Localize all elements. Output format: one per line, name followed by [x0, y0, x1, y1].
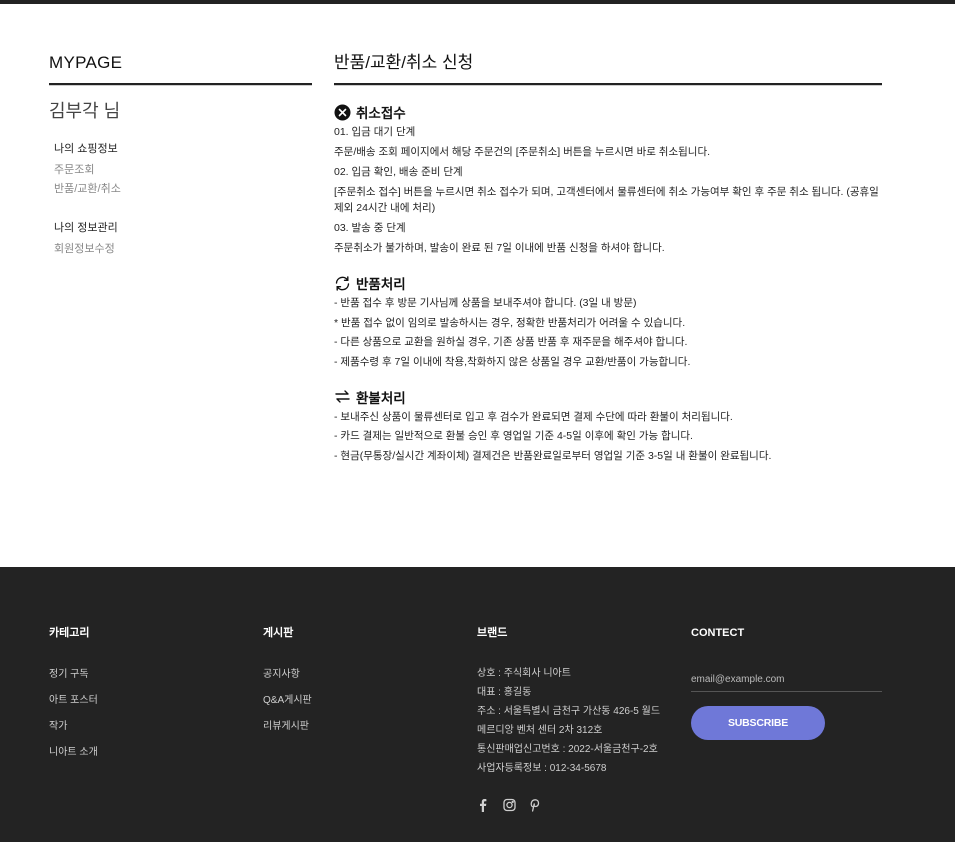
sidebar-group-shopping: 나의 쇼핑정보 주문조회 반품/교환/취소	[49, 140, 312, 199]
footer-link[interactable]: 니아트 소개	[49, 740, 98, 766]
sidebar-link-return-exchange-cancel[interactable]: 반품/교환/취소	[54, 180, 312, 199]
footer-link[interactable]: 작가	[49, 714, 98, 740]
refund-heading-label: 환불처리	[356, 390, 406, 406]
top-border	[0, 0, 955, 4]
return-heading-label: 반품처리	[356, 277, 406, 292]
footer-brand-title: 브랜드	[477, 627, 508, 639]
footer-link[interactable]: Q&A게시판	[263, 688, 312, 714]
return-line: * 반품 접수 없이 임의로 발송하시는 경우, 정확한 반품처리가 어려울 수…	[334, 316, 686, 329]
social-links	[477, 798, 660, 812]
sidebar-divider	[49, 83, 312, 86]
refresh-icon	[334, 275, 351, 292]
refund-line: - 카드 결제는 일반적으로 환불 승인 후 영업일 기준 4-5일 이후에 확…	[334, 430, 693, 442]
cancel-line: [주문취소 접수] 버튼을 누르시면 취소 접수가 되며, 고객센터에서 물류센…	[334, 186, 879, 214]
company-info-line: 사업자등록정보 : 012-34-5678	[477, 763, 607, 774]
footer: 카테고리 정기 구독 아트 포스터 작가 니아트 소개 게시판 공지사항 Q&A…	[0, 567, 955, 842]
cancel-line: 주문취소가 불가하며, 발송이 완료 된 7일 이내에 반품 신청을 하셔야 합…	[334, 242, 665, 254]
refund-heading: 환불처리	[334, 387, 882, 407]
return-line: - 반품 접수 후 방문 기사님께 상품을 보내주셔야 합니다. (3일 내 방…	[334, 297, 637, 309]
refund-section: 환불처리 - 보내주신 상품이 물류센터로 입고 후 검수가 완료되면 결제 수…	[334, 387, 882, 464]
cancel-line: 01. 입금 대기 단계	[334, 126, 416, 138]
return-heading: 반품처리	[334, 273, 882, 293]
footer-board-title: 게시판	[263, 627, 294, 639]
facebook-icon[interactable]	[477, 798, 489, 812]
mypage-title: MYPAGE	[49, 53, 123, 72]
footer-brand-column: 브랜드 상호 : 주식회사 니아트 대표 : 홍길동 주소 : 서울특별시 금천…	[477, 625, 660, 812]
close-circle-icon	[334, 104, 351, 121]
footer-category-title: 카테고리	[49, 627, 90, 639]
footer-board-column: 게시판 공지사항 Q&A게시판 리뷰게시판	[263, 625, 312, 740]
cancel-line: 03. 발송 중 단계	[334, 222, 406, 234]
page-title: 반품/교환/취소 신청	[334, 53, 474, 72]
cancel-heading: 취소접수	[334, 102, 882, 122]
cancel-line: 주문/배송 조회 페이지에서 해당 주문건의 [주문취소] 버튼을 누르시면 바…	[334, 146, 711, 158]
cancel-line: 02. 입금 확인, 배송 준비 단계	[334, 166, 463, 178]
company-info-line: 주소 : 서울특별시 금천구 가산동 426-5 월드	[477, 706, 661, 717]
footer-category-column: 카테고리 정기 구독 아트 포스터 작가 니아트 소개	[49, 625, 98, 766]
sidebar: MYPAGE 김부각 님 나의 쇼핑정보 주문조회 반품/교환/취소 나의 정보…	[49, 50, 312, 259]
footer-link[interactable]: 정기 구독	[49, 662, 98, 688]
newsletter-email-input[interactable]	[691, 668, 882, 692]
sidebar-group-account: 나의 정보관리 회원정보수정	[49, 219, 312, 259]
company-info-line: 메르디앙 벤처 센터 2차 312호	[477, 725, 603, 736]
footer-link[interactable]: 공지사항	[263, 662, 312, 688]
user-name: 김부각 님	[49, 101, 121, 121]
return-section: 반품처리 - 반품 접수 후 방문 기사님께 상품을 보내주셔야 합니다. (3…	[334, 273, 882, 370]
footer-contact-column: CONTECT SUBSCRIBE	[691, 625, 882, 740]
sidebar-link-edit-profile[interactable]: 회원정보수정	[54, 240, 312, 259]
title-divider	[334, 83, 882, 86]
company-info-line: 대표 : 홍길동	[477, 687, 532, 698]
cancel-heading-label: 취소접수	[356, 106, 406, 121]
main-content: 반품/교환/취소 신청 취소접수 01. 입금 대기 단계 주문/배송 조회 페…	[334, 50, 882, 464]
refund-line: - 보내주신 상품이 물류센터로 입고 후 검수가 완료되면 결제 수단에 따라…	[334, 410, 733, 423]
sidebar-group-heading: 나의 정보관리	[54, 222, 118, 234]
sidebar-group-heading: 나의 쇼핑정보	[54, 143, 118, 155]
instagram-icon[interactable]	[503, 798, 516, 812]
company-info-line: 통신판매업신고번호 : 2022-서울금천구-2호	[477, 744, 658, 755]
company-info: 상호 : 주식회사 니아트 대표 : 홍길동 주소 : 서울특별시 금천구 가산…	[477, 664, 660, 778]
footer-contact-title: CONTECT	[691, 627, 745, 639]
exchange-arrows-icon	[334, 388, 351, 405]
company-info-line: 상호 : 주식회사 니아트	[477, 668, 571, 679]
return-line: - 제품수령 후 7일 이내에 착용,착화하지 않은 상품일 경우 교환/반품이…	[334, 355, 691, 368]
sidebar-link-order-lookup[interactable]: 주문조회	[54, 161, 312, 180]
cancel-section: 취소접수 01. 입금 대기 단계 주문/배송 조회 페이지에서 해당 주문건의…	[334, 102, 882, 256]
subscribe-button[interactable]: SUBSCRIBE	[691, 706, 825, 740]
return-line: - 다른 상품으로 교환을 원하실 경우, 기존 상품 반품 후 재주문을 해주…	[334, 336, 688, 348]
footer-link[interactable]: 리뷰게시판	[263, 714, 312, 740]
footer-link[interactable]: 아트 포스터	[49, 688, 98, 714]
pinterest-icon[interactable]	[529, 798, 541, 812]
refund-line: - 현금(무통장/실시간 계좌이체) 결제건은 반품완료일로부터 영업일 기준 …	[334, 449, 772, 462]
